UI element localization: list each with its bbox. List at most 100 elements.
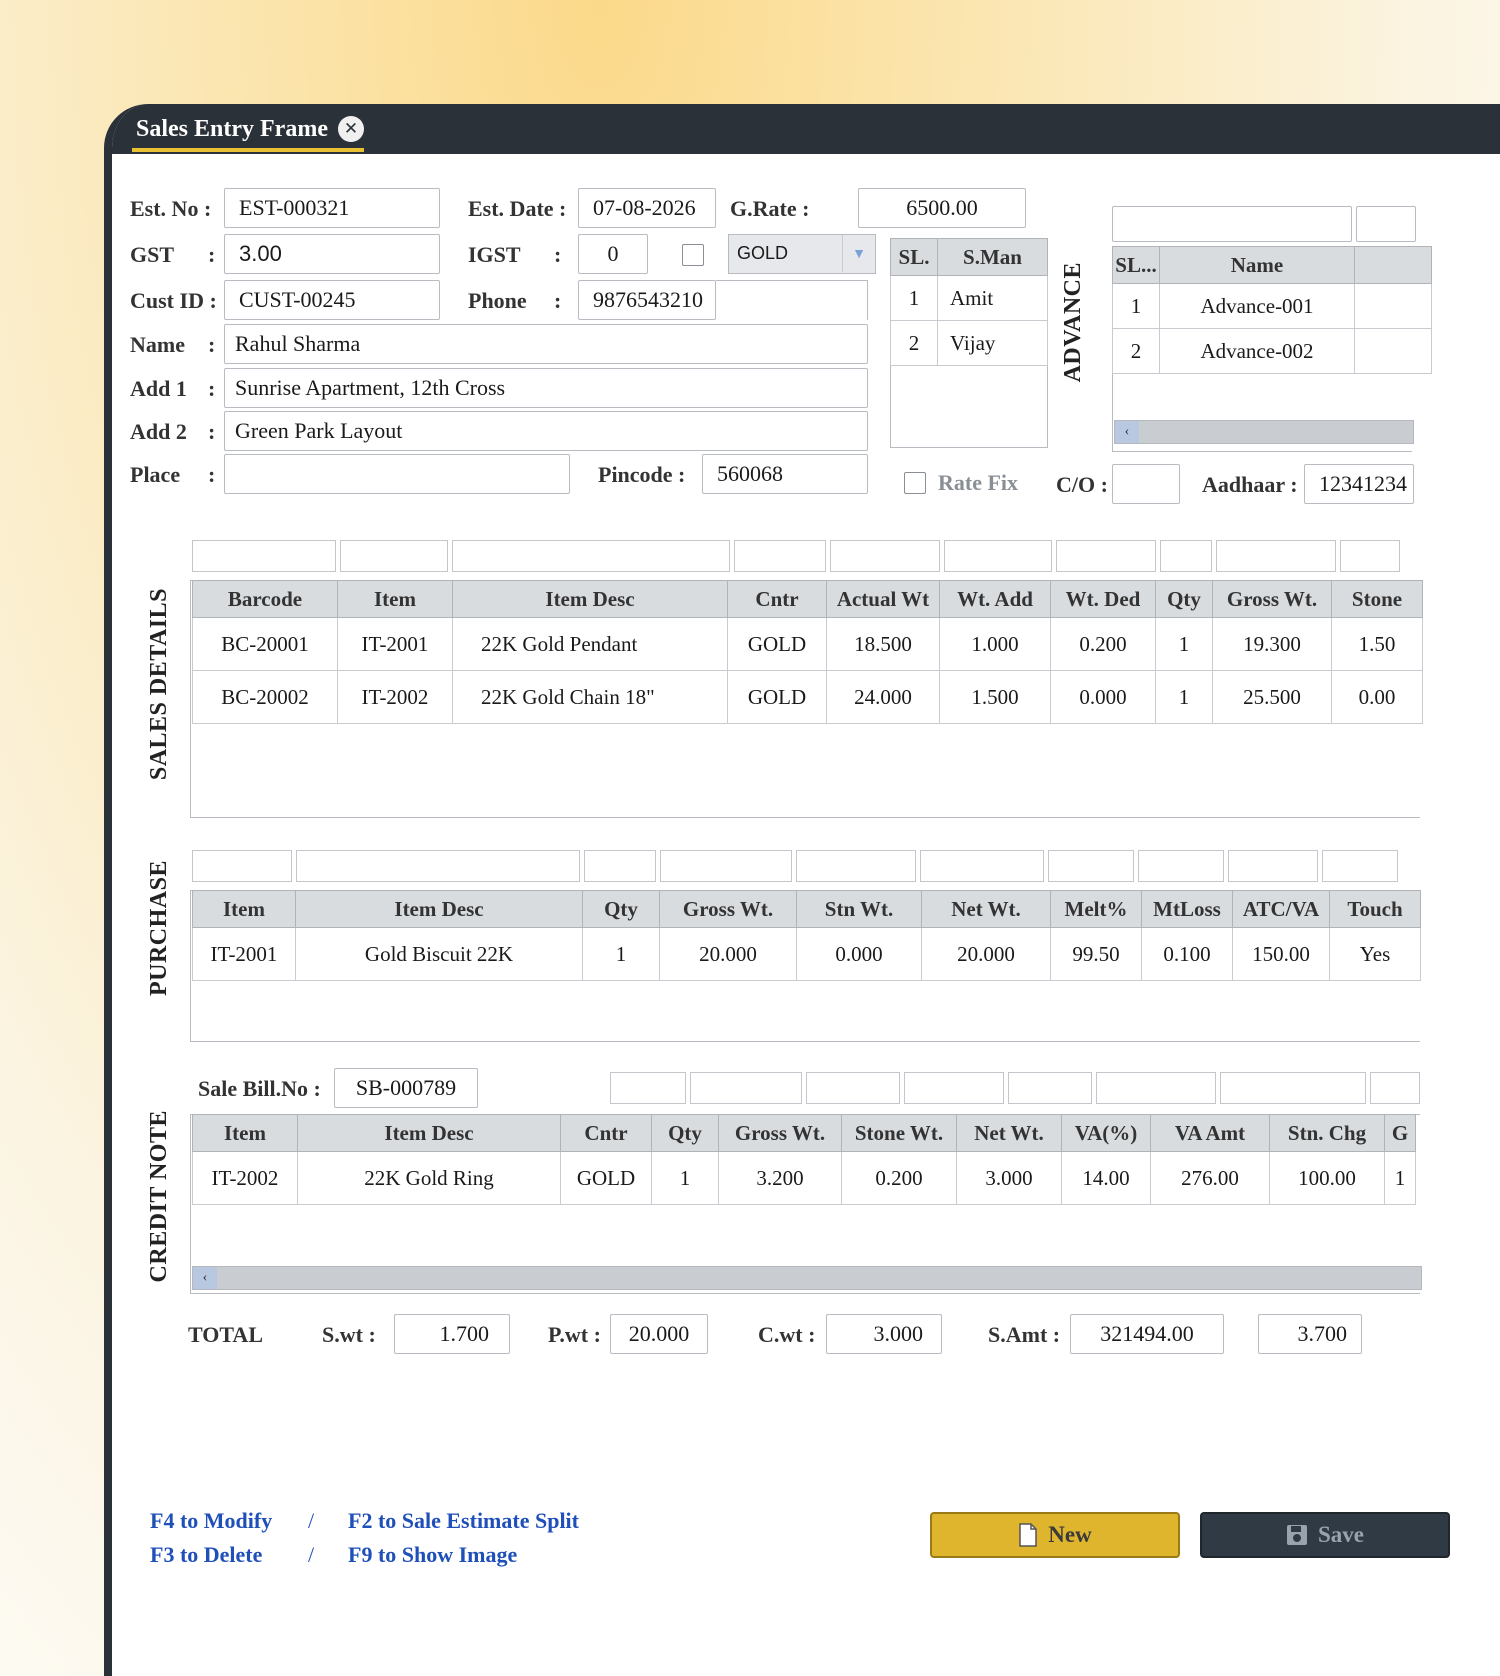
sales-header[interactable]: Item Desc (452, 580, 728, 618)
sales-header[interactable]: Cntr (727, 580, 827, 618)
est-no-field[interactable]: EST-000321 (224, 188, 440, 228)
pincode-field[interactable]: 560068 (702, 454, 868, 494)
samt-field[interactable]: 321494.00 (1070, 1314, 1224, 1354)
filter-cell[interactable] (1322, 850, 1398, 882)
filter-cell[interactable] (734, 540, 826, 572)
metal-select[interactable]: GOLD ▼ (728, 234, 876, 274)
co-field[interactable] (1112, 464, 1180, 504)
purchase-header[interactable]: Item Desc (295, 890, 583, 928)
filter-cell[interactable] (904, 1072, 1004, 1104)
table-row[interactable]: IT-2002 22K Gold Ring GOLD 1 3.200 0.200… (192, 1151, 1416, 1205)
table-row[interactable]: IT-2001 Gold Biscuit 22K 1 20.000 0.000 … (192, 927, 1421, 981)
table-row[interactable]: 1 Advance-001 (1112, 283, 1432, 329)
filter-cell[interactable] (340, 540, 448, 572)
filter-cell[interactable] (1216, 540, 1336, 572)
purchase-header[interactable]: ATC/VA (1232, 890, 1330, 928)
credit-header[interactable]: Qty (651, 1114, 719, 1152)
advance-header-name[interactable]: Name (1159, 246, 1355, 284)
rate-fix-checkbox[interactable] (904, 472, 926, 494)
filter-cell[interactable] (452, 540, 730, 572)
hint-split[interactable]: F2 to Sale Estimate Split (348, 1508, 579, 1534)
hint-image[interactable]: F9 to Show Image (348, 1542, 517, 1568)
salesman-header-sman[interactable]: S.Man (937, 238, 1048, 276)
hint-modify[interactable]: F4 to Modify (150, 1508, 272, 1534)
purchase-header[interactable]: Touch (1329, 890, 1421, 928)
purchase-header[interactable]: Melt% (1050, 890, 1142, 928)
filter-cell[interactable] (1340, 540, 1400, 572)
hint-delete[interactable]: F3 to Delete (150, 1542, 262, 1568)
swt-field[interactable]: 1.700 (394, 1314, 510, 1354)
sale-bill-field[interactable]: SB-000789 (334, 1068, 478, 1108)
purchase-header[interactable]: Qty (582, 890, 660, 928)
cwt-field[interactable]: 3.000 (826, 1314, 942, 1354)
advance-filter-field-2[interactable] (1356, 206, 1416, 242)
close-icon[interactable]: ✕ (337, 116, 364, 142)
table-row[interactable]: 2 Vijay (890, 320, 1048, 366)
name-field[interactable]: Rahul Sharma (224, 324, 868, 364)
filter-cell[interactable] (1228, 850, 1318, 882)
filter-cell[interactable] (192, 850, 292, 882)
salesman-header-sl[interactable]: SL. (890, 238, 938, 276)
filter-cell[interactable] (920, 850, 1044, 882)
purchase-header[interactable]: MtLoss (1141, 890, 1233, 928)
pwt-field[interactable]: 20.000 (610, 1314, 708, 1354)
table-row[interactable]: BC-20002 IT-2002 22K Gold Chain 18" GOLD… (192, 670, 1423, 724)
filter-cell[interactable] (1056, 540, 1156, 572)
filter-cell[interactable] (1048, 850, 1134, 882)
filter-cell[interactable] (610, 1072, 686, 1104)
credit-header[interactable]: Net Wt. (956, 1114, 1062, 1152)
cust-id-field[interactable]: CUST-00245 (224, 280, 440, 320)
table-row[interactable]: 1 Amit (890, 275, 1048, 321)
credit-header[interactable]: VA(%) (1061, 1114, 1151, 1152)
sales-header[interactable]: Gross Wt. (1212, 580, 1332, 618)
total-extra-field[interactable]: 3.700 (1258, 1314, 1362, 1354)
filter-cell[interactable] (296, 850, 580, 882)
credit-header[interactable]: Stn. Chg (1269, 1114, 1385, 1152)
table-row[interactable]: 2 Advance-002 (1112, 328, 1432, 374)
filter-cell[interactable] (192, 540, 336, 572)
add1-field[interactable]: Sunrise Apartment, 12th Cross (224, 368, 868, 408)
credit-header[interactable]: Item (192, 1114, 298, 1152)
filter-cell[interactable] (690, 1072, 802, 1104)
chevron-down-icon[interactable]: ▼ (842, 235, 875, 272)
filter-cell[interactable] (584, 850, 656, 882)
filter-cell[interactable] (1138, 850, 1224, 882)
credit-header[interactable]: Stone Wt. (841, 1114, 957, 1152)
filter-cell[interactable] (1160, 540, 1212, 572)
phone-field[interactable]: 9876543210 (578, 280, 716, 320)
chevron-left-icon[interactable]: ‹ (193, 1267, 217, 1289)
est-date-field[interactable]: 07-08-2026 (578, 188, 716, 228)
igst-field[interactable]: 0 (578, 234, 648, 274)
sales-header[interactable]: Barcode (192, 580, 338, 618)
filter-cell[interactable] (1370, 1072, 1420, 1104)
credit-header[interactable]: VA Amt (1150, 1114, 1270, 1152)
filter-cell[interactable] (796, 850, 916, 882)
filter-cell[interactable] (1008, 1072, 1092, 1104)
table-row[interactable]: BC-20001 IT-2001 22K Gold Pendant GOLD 1… (192, 617, 1423, 671)
purchase-header[interactable]: Item (192, 890, 296, 928)
credit-header[interactable]: Item Desc (297, 1114, 561, 1152)
purchase-header[interactable]: Net Wt. (921, 890, 1051, 928)
place-field[interactable] (224, 454, 570, 494)
igst-checkbox[interactable] (682, 244, 704, 266)
sales-header[interactable]: Actual Wt (826, 580, 940, 618)
sales-header[interactable]: Wt. Add (939, 580, 1051, 618)
credit-header[interactable]: Cntr (560, 1114, 652, 1152)
gst-field[interactable]: 3.00 (224, 234, 440, 274)
sales-header[interactable]: Qty (1155, 580, 1213, 618)
sales-header[interactable]: Stone (1331, 580, 1423, 618)
new-button[interactable]: New (930, 1512, 1180, 1558)
chevron-left-icon[interactable]: ‹ (1115, 421, 1139, 443)
credit-scrollbar[interactable]: ‹ (192, 1266, 1422, 1290)
grate-field[interactable]: 6500.00 (858, 188, 1026, 228)
advance-header-extra[interactable] (1354, 246, 1432, 284)
filter-cell[interactable] (1096, 1072, 1216, 1104)
advance-filter-field[interactable] (1112, 206, 1352, 242)
credit-header[interactable]: G (1384, 1114, 1416, 1152)
filter-cell[interactable] (944, 540, 1052, 572)
credit-header[interactable]: Gross Wt. (718, 1114, 842, 1152)
add2-field[interactable]: Green Park Layout (224, 411, 868, 451)
filter-cell[interactable] (1220, 1072, 1366, 1104)
filter-cell[interactable] (806, 1072, 900, 1104)
filter-cell[interactable] (660, 850, 792, 882)
